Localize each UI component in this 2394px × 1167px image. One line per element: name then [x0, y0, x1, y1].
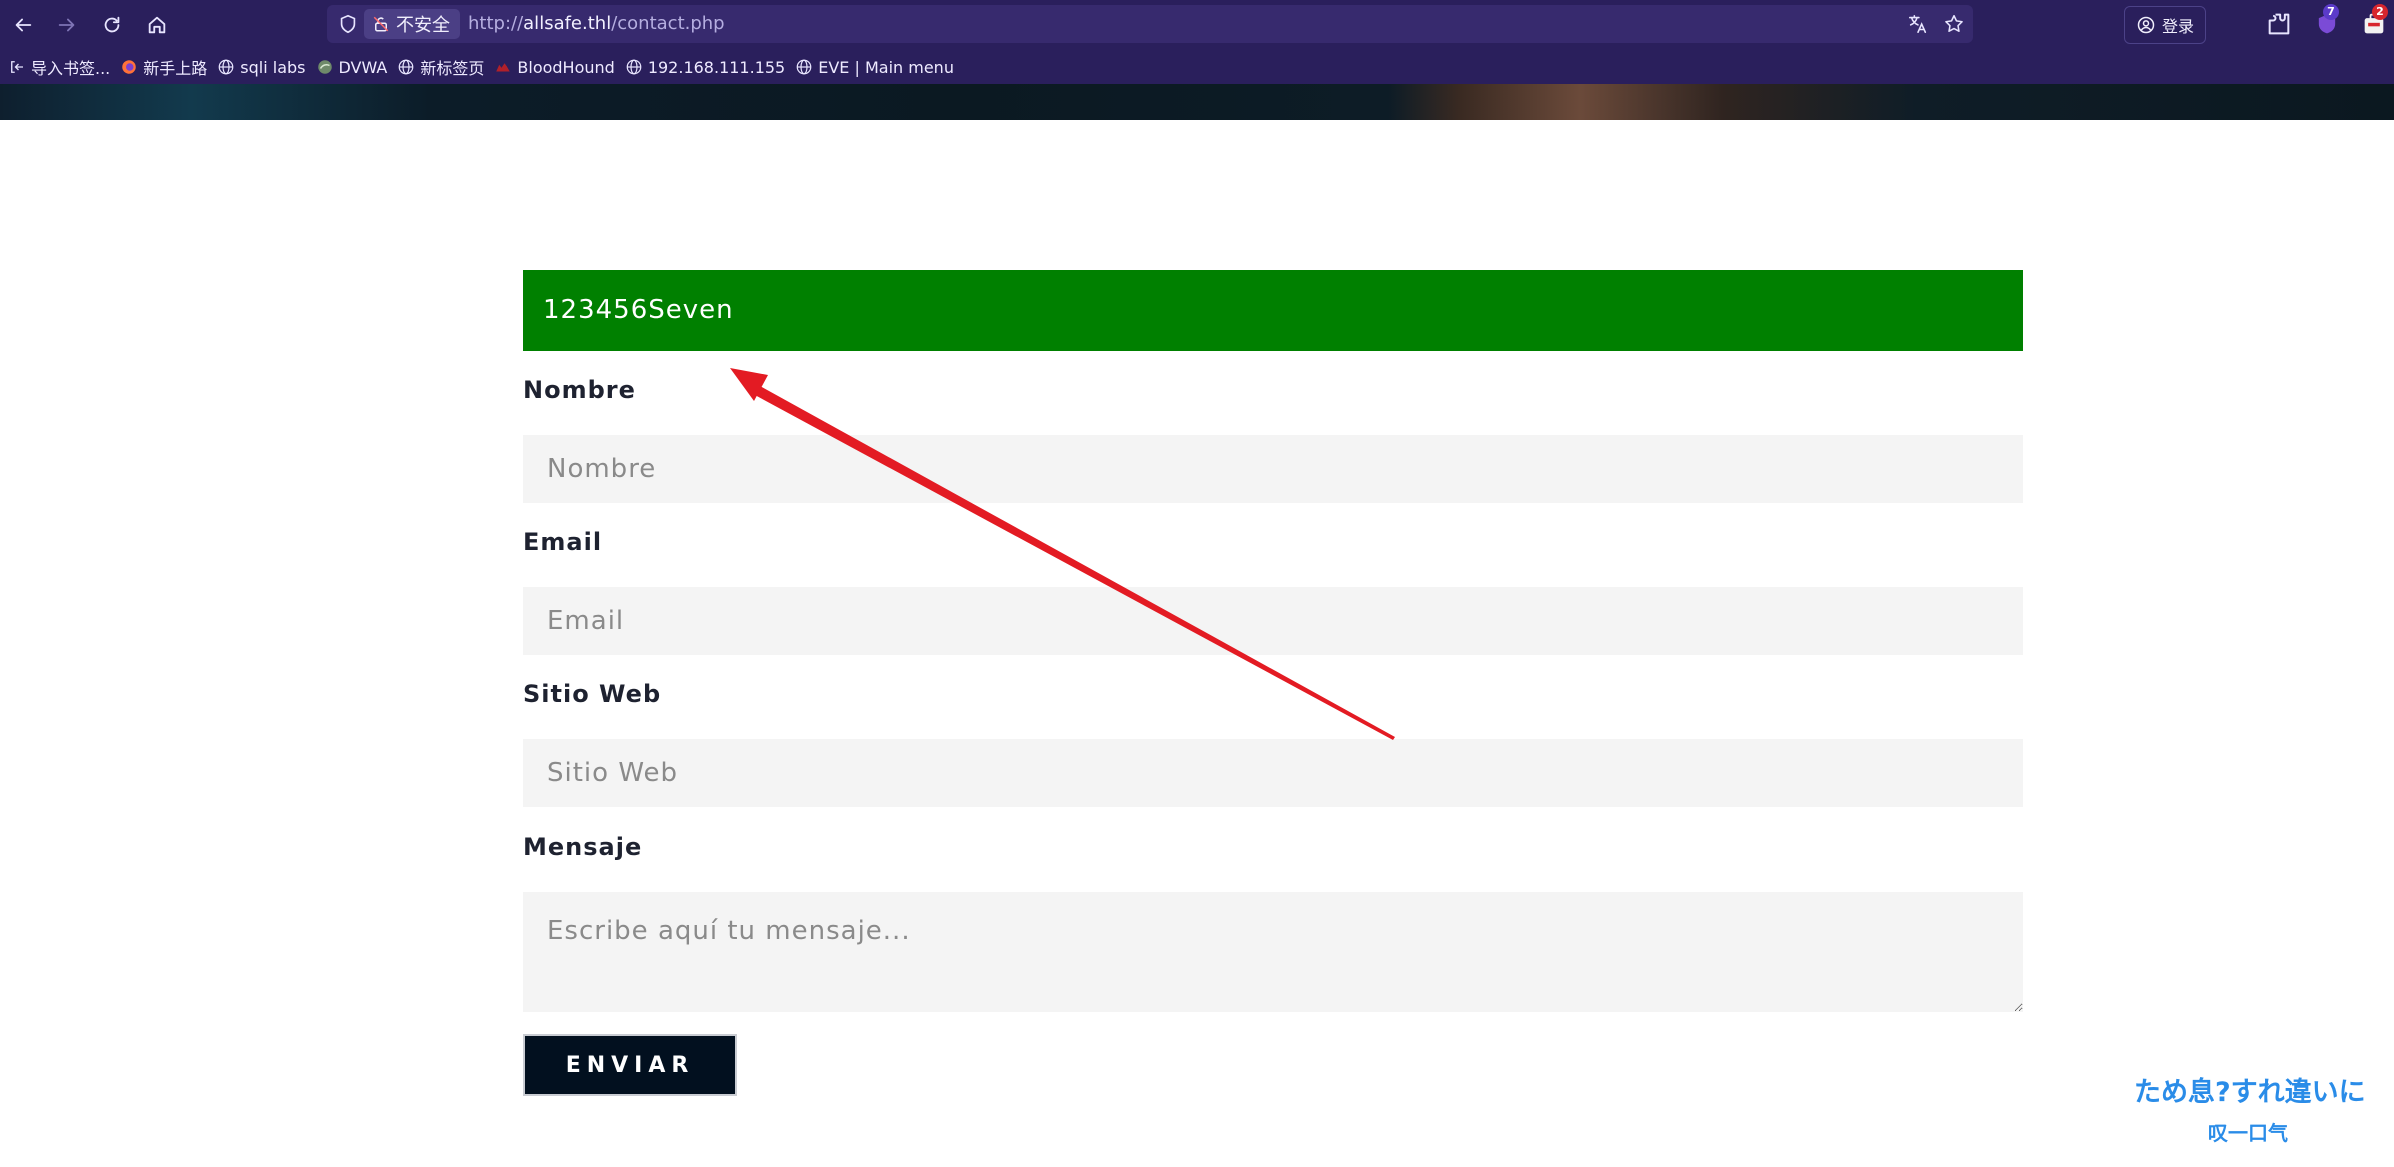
globe-icon — [626, 59, 642, 75]
name-label: Nombre — [523, 376, 636, 404]
bookmark-label: 新手上路 — [143, 59, 208, 78]
back-arrow-icon — [15, 18, 32, 32]
bookmark-label: sqli labs — [240, 57, 306, 77]
import-icon — [11, 61, 23, 73]
bookmark-item[interactable]: EVE | Main menu — [795, 58, 954, 77]
url-text[interactable]: http://allsafe.thl/contact.php — [468, 13, 725, 34]
email-input[interactable] — [523, 587, 2023, 655]
bookmark-item[interactable]: DVWA — [316, 57, 388, 77]
bookmark-item[interactable]: sqli labs — [217, 57, 306, 77]
security-indicator[interactable]: 不安全 — [364, 9, 460, 39]
bookmarks-toolbar: 导入书签... 新手上路 sqli labs DVWA 新标签页 BloodHo… — [0, 50, 2394, 84]
bookmark-star-icon[interactable] — [1943, 13, 1965, 35]
bookmark-label: DVWA — [338, 57, 388, 77]
account-icon — [2137, 16, 2155, 34]
globe-icon — [399, 59, 414, 75]
submit-button[interactable]: ENVIAR — [523, 1034, 737, 1096]
home-button[interactable] — [140, 8, 174, 42]
reload-button[interactable] — [95, 8, 129, 42]
bookmark-label: 新标签页 — [420, 59, 485, 78]
firefox-icon — [122, 60, 137, 74]
globe-icon — [796, 59, 812, 75]
translate-icon[interactable] — [1907, 13, 1929, 35]
dvwa-icon — [317, 60, 332, 74]
url-scheme: http:// — [468, 13, 524, 34]
success-alert: 123456Seven — [523, 270, 2023, 351]
insecure-lock-icon — [373, 16, 389, 32]
url-path: /contact.php — [611, 13, 725, 34]
email-label: Email — [523, 528, 603, 556]
bookmark-label: 192.168.111.155 — [647, 57, 786, 77]
reload-icon — [104, 16, 120, 33]
bookmark-item[interactable]: BloodHound — [494, 57, 615, 77]
name-input[interactable] — [523, 435, 2023, 503]
address-bar[interactable]: 不安全 http://allsafe.thl/contact.php — [327, 5, 1973, 43]
bookmark-item[interactable]: 192.168.111.155 — [625, 58, 785, 77]
login-label: 登录 — [2161, 17, 2194, 36]
globe-icon — [218, 59, 234, 75]
extension-badge-count: 2 — [2372, 4, 2388, 20]
message-textarea[interactable] — [523, 892, 2023, 1012]
bloodhound-icon — [496, 63, 511, 72]
bookmark-label: BloodHound — [517, 57, 615, 77]
bookmark-label: EVE | Main menu — [818, 57, 954, 77]
login-button[interactable]: 登录 — [2124, 6, 2206, 44]
home-icon — [148, 16, 166, 34]
shield-icon[interactable] — [337, 13, 359, 35]
browser-chrome: 不安全 http://allsafe.thl/contact.php 登录 7 … — [0, 0, 2394, 84]
extension-badge-count: 7 — [2323, 4, 2339, 20]
forward-arrow-icon — [58, 18, 75, 32]
arrow-head — [730, 368, 768, 401]
url-host: allsafe.thl — [523, 13, 612, 34]
security-label: 不安全 — [396, 15, 450, 36]
forward-button[interactable] — [50, 8, 84, 42]
watermark-line-1: ため息?すれ違いに — [2134, 1077, 2366, 1108]
website-label: Sitio Web — [523, 680, 662, 708]
bookmark-item[interactable]: 新手上路 — [120, 55, 207, 79]
hero-banner-image — [0, 84, 2394, 120]
back-button[interactable] — [6, 8, 40, 42]
extensions-icon[interactable] — [2265, 10, 2293, 38]
watermark-line-2: 叹一口气 — [2208, 1121, 2288, 1145]
bookmark-label: 导入书签... — [31, 59, 111, 78]
bookmark-item[interactable]: 新标签页 — [397, 55, 484, 79]
website-input[interactable] — [523, 739, 2023, 807]
navigation-toolbar: 不安全 http://allsafe.thl/contact.php 登录 7 … — [0, 0, 2394, 50]
message-label: Mensaje — [523, 833, 643, 861]
bookmark-item[interactable]: 导入书签... — [8, 55, 110, 79]
